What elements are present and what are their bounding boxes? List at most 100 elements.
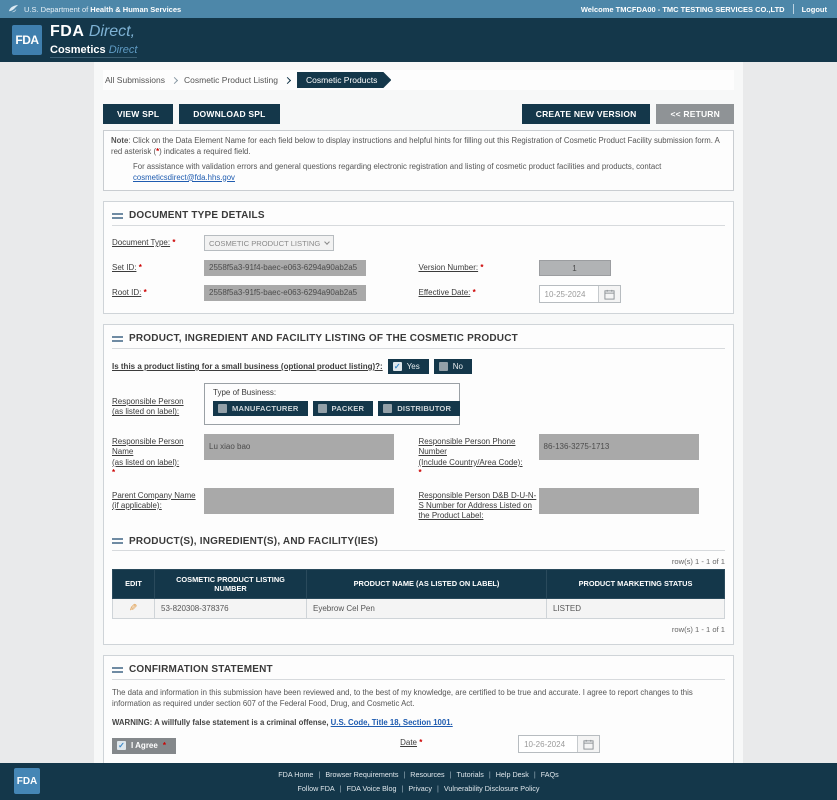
brand-cosmetics: Cosmetics	[50, 43, 106, 56]
section-handle-icon	[112, 666, 123, 673]
duns-label[interactable]: Responsible Person D&B D-U-N-S Number fo…	[419, 488, 539, 522]
type-of-business-label: Type of Business:	[213, 388, 277, 398]
responsible-person-name-label[interactable]: Responsible Person Name (as listed on la…	[112, 434, 204, 479]
welcome-text: Welcome TMCFDA00 - TMC TESTING SERVICES …	[580, 4, 785, 14]
footer-link-browser-requirements[interactable]: Browser Requirements	[325, 770, 398, 779]
edit-column-header: EDIT	[112, 568, 155, 600]
divider: |	[401, 783, 404, 793]
brand-fda: FDA	[50, 22, 85, 40]
duns-field	[538, 487, 699, 514]
parent-company-field	[204, 487, 394, 514]
checkbox-unchecked-icon	[218, 404, 227, 414]
breadcrumb-all-submissions[interactable]: All Submissions	[105, 75, 165, 85]
return-button[interactable]: << RETURN	[656, 104, 734, 124]
footer-link-faqs[interactable]: FAQs	[541, 770, 559, 779]
footer-link-resources[interactable]: Resources	[410, 770, 444, 779]
download-spl-button[interactable]: DOWNLOAD SPL	[179, 104, 280, 124]
footer: FDA FDA Home | Browser Requirements | Resour…	[0, 763, 837, 800]
breadcrumb-cosmetic-product-listing[interactable]: Cosmetic Product Listing	[184, 75, 278, 85]
divider: |	[436, 783, 439, 793]
logout-link[interactable]: Logout	[802, 5, 827, 14]
root-id-label[interactable]: Root ID: *	[112, 285, 204, 298]
note-text: Note: Click on the Data Element Name for…	[111, 136, 720, 156]
checkbox-unchecked-icon	[317, 404, 327, 414]
chevron-right-icon	[283, 76, 292, 84]
small-business-no-checkbox[interactable]: No	[433, 359, 472, 375]
effective-date-label[interactable]: Effective Date: *	[419, 285, 539, 298]
section-handle-icon	[112, 538, 123, 545]
edit-pencil-icon[interactable]: ✎	[129, 603, 137, 614]
content-panel: All Submissions Cosmetic Product Listing…	[94, 62, 743, 800]
parent-company-label[interactable]: Parent Company Name (if applicable):	[112, 488, 204, 512]
document-type-label[interactable]: Document Type: *	[112, 235, 204, 248]
i-agree-checkbox[interactable]: ✓ I Agree *	[112, 737, 176, 754]
dept-text: U.S. Department of Health & Human Servic…	[24, 4, 182, 14]
government-bar: U.S. Department of Health & Human Servic…	[0, 0, 837, 18]
responsible-person-name-field: Lu xiao bao	[204, 434, 394, 461]
assistance-text: For assistance with validation errors an…	[133, 162, 662, 182]
divider: |	[533, 769, 536, 779]
checkbox-unchecked-icon	[438, 362, 448, 372]
dropdown-arrow-icon	[324, 239, 330, 245]
calendar-icon[interactable]	[577, 736, 600, 753]
product-name-column-header: PRODUCT NAME (AS LISTED ON LABEL)	[306, 568, 547, 600]
note-box: Note: Click on the Data Element Name for…	[103, 130, 734, 192]
app-header: FDA FDA Direct, Cosmetics Direct	[0, 18, 837, 62]
root-id-field: 2558f5a3-91f5-baec-e063-6294a90ab2a5	[204, 285, 366, 302]
marketing-status-cell: LISTED	[546, 598, 725, 620]
footer-link-fda-voice-blog[interactable]: FDA Voice Blog	[347, 784, 397, 793]
divider: |	[449, 769, 452, 779]
version-number-label[interactable]: Version Number: *	[419, 260, 539, 273]
listing-number-column-header: COSMETIC PRODUCT LISTING NUMBER	[154, 568, 307, 600]
small-business-yes-checkbox[interactable]: ✓ Yes	[387, 359, 429, 375]
footer-link-privacy[interactable]: Privacy	[408, 784, 432, 793]
contact-email-link[interactable]: cosmeticsdirect@fda.hhs.gov	[133, 173, 235, 182]
section-handle-icon	[112, 212, 123, 219]
set-id-field: 2558f5a3-91f4-baec-e063-6294a90ab2a5	[204, 260, 366, 277]
effective-date-input[interactable]: 10-25-2024	[538, 285, 621, 304]
checkbox-checked-icon: ✓	[117, 741, 126, 751]
set-id-label[interactable]: Set ID: *	[112, 260, 204, 273]
date-label[interactable]: Date *	[400, 735, 518, 748]
section-title: CONFIRMATION STATEMENT	[129, 664, 273, 676]
divider	[792, 4, 794, 14]
checkbox-unchecked-icon	[383, 404, 393, 414]
breadcrumb-cosmetic-products: Cosmetic Products	[297, 72, 391, 88]
fda-logo: FDA	[12, 25, 42, 55]
manufacturer-checkbox[interactable]: MANUFACTURER	[213, 401, 308, 417]
footer-link-fda-home[interactable]: FDA Home	[278, 770, 313, 779]
table-header-row: EDIT COSMETIC PRODUCT LISTING NUMBER PRO…	[112, 568, 725, 600]
divider: |	[339, 783, 342, 793]
create-new-version-button[interactable]: CREATE NEW VERSION	[521, 104, 651, 124]
checkbox-checked-icon: ✓	[392, 362, 402, 372]
product-name-cell: Eyebrow Cel Pen	[306, 598, 547, 620]
row-count-bottom: row(s) 1 - 1 of 1	[671, 625, 725, 635]
date-input[interactable]: 10-26-2024	[518, 735, 601, 754]
chevron-right-icon	[170, 76, 179, 84]
small-business-question-label[interactable]: Is this a product listing for a small bu…	[112, 362, 383, 371]
responsible-person-label[interactable]: Responsible Person (as listed on label):	[112, 383, 204, 418]
calendar-icon[interactable]	[597, 286, 620, 303]
packer-checkbox[interactable]: PACKER	[312, 401, 374, 417]
us-code-link[interactable]: U.S. Code, Title 18, Section 1001.	[331, 718, 453, 727]
section-product-listing: PRODUCT, INGREDIENT AND FACILITY LISTING…	[103, 324, 734, 646]
responsible-person-phone-label[interactable]: Responsible Person Phone Number (Include…	[419, 434, 539, 479]
view-spl-button[interactable]: VIEW SPL	[103, 104, 174, 124]
brand-direct: Direct,	[88, 22, 136, 40]
distributor-checkbox[interactable]: DISTRIBUTOR	[378, 401, 461, 417]
section-title: PRODUCT, INGREDIENT AND FACILITY LISTING…	[129, 333, 518, 345]
divider: |	[403, 769, 406, 779]
breadcrumb: All Submissions Cosmetic Product Listing…	[103, 70, 734, 90]
version-number-field: 1	[538, 260, 611, 277]
footer-link-tutorials[interactable]: Tutorials	[457, 770, 484, 779]
footer-link-vulnerability-disclosure[interactable]: Vulnerability Disclosure Policy	[444, 784, 540, 793]
divider: |	[318, 769, 321, 779]
table-row: ✎ 53-820308-378376 Eyebrow Cel Pen LISTE…	[112, 598, 725, 620]
subsection-title: PRODUCT(S), INGREDIENT(S), AND FACILITY(…	[129, 535, 378, 547]
footer-link-follow-fda[interactable]: Follow FDA	[298, 784, 335, 793]
products-table: EDIT COSMETIC PRODUCT LISTING NUMBER PRO…	[112, 568, 725, 620]
footer-link-help-desk[interactable]: Help Desk	[496, 770, 529, 779]
section-handle-icon	[112, 335, 123, 342]
fda-footer-logo: FDA	[14, 768, 40, 794]
document-type-select[interactable]: COSMETIC PRODUCT LISTING	[204, 235, 334, 252]
